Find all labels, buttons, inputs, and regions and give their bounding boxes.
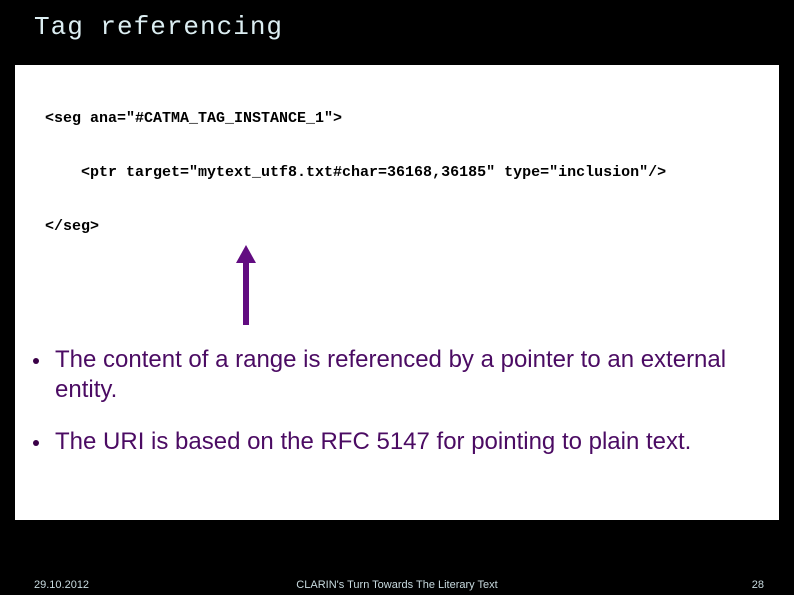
bullet-item: The content of a range is referenced by … (33, 345, 769, 405)
bullet-item: The URI is based on the RFC 5147 for poi… (33, 427, 769, 457)
up-arrow-icon (240, 245, 250, 325)
bullet-text: The URI is based on the RFC 5147 for poi… (55, 427, 691, 457)
content-area: <seg ana="#CATMA_TAG_INSTANCE_1"> <ptr t… (15, 65, 779, 520)
bullet-dot-icon (33, 358, 39, 364)
bullet-list: The content of a range is referenced by … (33, 345, 769, 479)
bullet-dot-icon (33, 440, 39, 446)
code-block: <seg ana="#CATMA_TAG_INSTANCE_1"> <ptr t… (15, 65, 779, 240)
footer-page-number: 28 (752, 579, 764, 591)
slide-title: Tag referencing (0, 0, 794, 42)
code-line-1: <seg ana="#CATMA_TAG_INSTANCE_1"> (45, 110, 342, 127)
code-line-2: <ptr target="mytext_utf8.txt#char=36168,… (45, 164, 666, 181)
bullet-text: The content of a range is referenced by … (55, 345, 769, 405)
code-line-3: </seg> (45, 218, 99, 235)
footer-title: CLARIN's Turn Towards The Literary Text (0, 579, 794, 591)
